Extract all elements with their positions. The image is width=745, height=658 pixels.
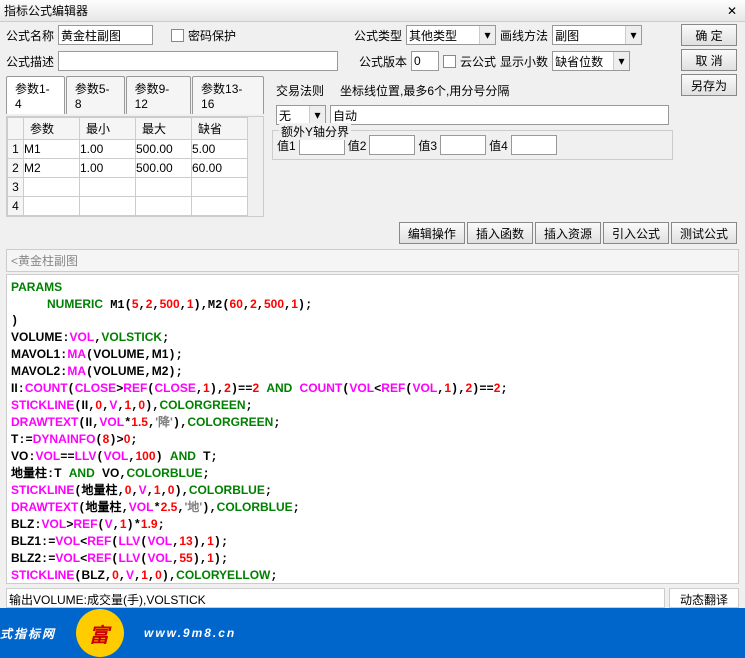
name-label: 公式名称: [6, 27, 54, 44]
yaxis-title: 额外Y轴分界: [279, 123, 351, 140]
banner-left: 式指标网: [0, 625, 56, 642]
banner: 式指标网 富 www.9m8.cn: [0, 608, 745, 658]
tab-params-5-8[interactable]: 参数5-8: [66, 76, 125, 114]
coord-label: 坐标线位置,最多6个,用分号分隔: [340, 82, 509, 99]
ver-label: 公式版本: [359, 53, 407, 70]
param-name[interactable]: [24, 140, 79, 158]
trade-label: 交易法则: [276, 82, 324, 99]
insres-button[interactable]: 插入资源: [535, 222, 601, 244]
ok-button[interactable]: 确 定: [681, 24, 737, 46]
chevron-down-icon: ▾: [613, 52, 629, 70]
yval3-input[interactable]: [440, 135, 486, 155]
output-text: 输出VOLUME:成交量(手),VOLSTICK: [6, 588, 665, 608]
output-row: 输出VOLUME:成交量(手),VOLSTICK 动态翻译: [6, 588, 739, 608]
dec-select[interactable]: 缺省位数▾: [552, 51, 630, 71]
pwd-label: 密码保护: [188, 27, 236, 44]
close-icon[interactable]: ✕: [723, 3, 741, 19]
cancel-button[interactable]: 取 消: [681, 49, 737, 71]
tab-params-1-4[interactable]: 参数1-4: [6, 76, 65, 114]
draw-label: 画线方法: [500, 27, 548, 44]
yval4-input[interactable]: [511, 135, 557, 155]
param-tabs: 参数1-4 参数5-8 参数9-12 参数13-16: [0, 74, 270, 114]
edit-button[interactable]: 编辑操作: [399, 222, 465, 244]
pwd-checkbox[interactable]: [171, 29, 184, 42]
test-button[interactable]: 测试公式: [671, 222, 737, 244]
chevron-down-icon: ▾: [309, 106, 325, 124]
banner-logo-icon: 富: [76, 609, 124, 657]
chevron-down-icon: ▾: [625, 26, 641, 44]
param-name[interactable]: [24, 159, 79, 177]
trade-select[interactable]: 无▾: [276, 105, 326, 125]
name-input[interactable]: [58, 25, 153, 45]
dec-label: 显示小数: [500, 53, 548, 70]
import-button[interactable]: 引入公式: [603, 222, 669, 244]
desc-input[interactable]: [58, 51, 338, 71]
window-title: 指标公式编辑器: [4, 2, 723, 19]
titlebar: 指标公式编辑器 ✕: [0, 0, 745, 22]
tab-params-13-16[interactable]: 参数13-16: [192, 76, 264, 114]
tab-params-9-12[interactable]: 参数9-12: [126, 76, 191, 114]
dyntrans-button[interactable]: 动态翻译: [669, 588, 739, 608]
ver-input[interactable]: [411, 51, 439, 71]
draw-select[interactable]: 副图▾: [552, 25, 642, 45]
desc-label: 公式描述: [6, 53, 54, 70]
type-select[interactable]: 其他类型▾: [406, 25, 496, 45]
saveas-button[interactable]: 另存为: [681, 74, 737, 96]
yval2-input[interactable]: [369, 135, 415, 155]
insfn-button[interactable]: 插入函数: [467, 222, 533, 244]
type-label: 公式类型: [354, 27, 402, 44]
cloud-label: 云公式: [460, 53, 496, 70]
coord-input[interactable]: [330, 105, 669, 125]
cloud-checkbox[interactable]: [443, 55, 456, 68]
banner-url: www.9m8.cn: [144, 626, 236, 640]
code-editor[interactable]: PARAMS NUMERIC M1(5,2,500,1),M2(60,2,500…: [6, 274, 739, 584]
code-header: <黄金柱副图: [6, 249, 739, 272]
chevron-down-icon: ▾: [479, 26, 495, 44]
yaxis-group: 额外Y轴分界 值1 值2 值3 值4: [272, 130, 673, 160]
param-table: 参数最小最大缺省 1 2 3 4: [6, 116, 264, 217]
